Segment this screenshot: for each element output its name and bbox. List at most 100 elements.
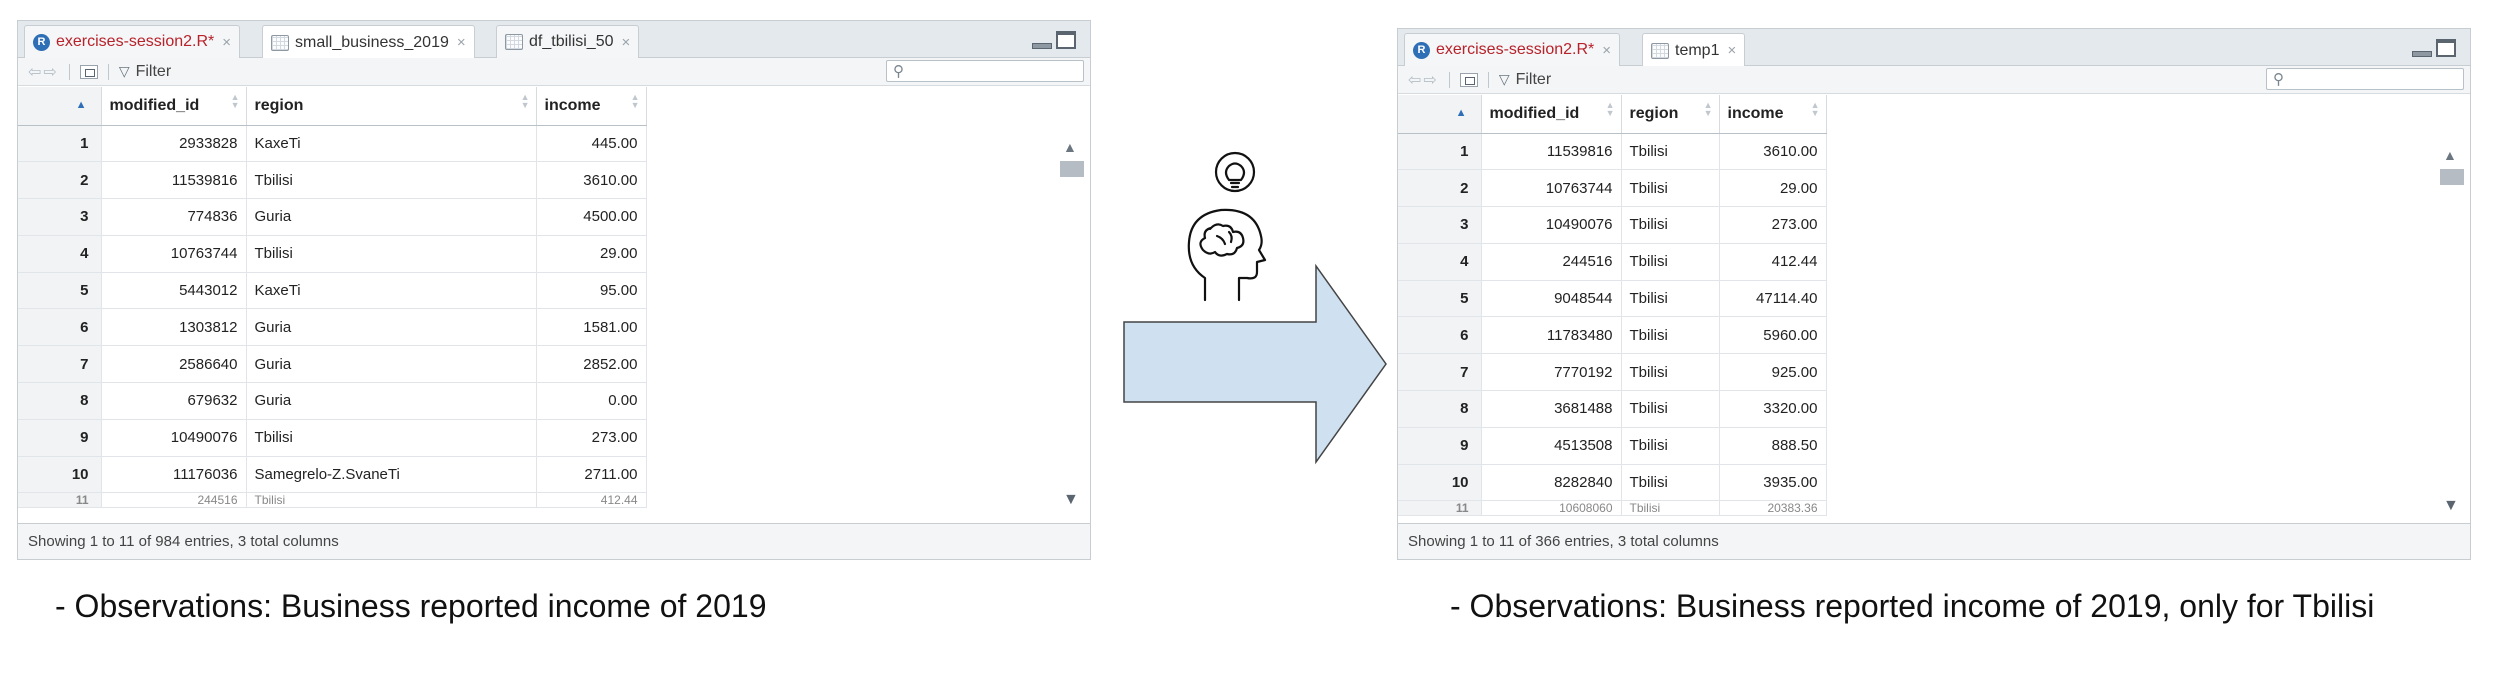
column-header-region[interactable]: region ▲ ▼ <box>246 87 537 126</box>
data-table: ▲ modified_id ▲ ▼ region ▲ ▼ income ▲ ▼ 1 29338… <box>18 87 647 509</box>
table-row: 1 11539816 Tbilisi 3610.00 <box>1398 133 1827 171</box>
filter-icon[interactable]: ▽ <box>1499 71 1510 88</box>
header-row: ▲ modified_id ▲ ▼ region ▲ ▼ income ▲ ▼ <box>18 87 647 126</box>
table-row: 7 7770192 Tbilisi 925.00 <box>1398 353 1827 392</box>
column-header-modified-id[interactable]: modified_id ▲ ▼ <box>101 87 247 126</box>
table-row: 4 244516 Tbilisi 412.44 <box>1398 243 1827 281</box>
scroll-thumb[interactable] <box>2440 169 2464 185</box>
table-row: 9 10490076 Tbilisi 273.00 <box>18 419 647 457</box>
table-row: 4 10763744 Tbilisi 29.00 <box>18 235 647 273</box>
filter-button[interactable]: Filter <box>136 63 172 81</box>
window-controls <box>1032 31 1076 49</box>
table-row: 10 8282840 Tbilisi 3935.00 <box>1398 464 1827 502</box>
close-icon[interactable]: × <box>622 34 631 51</box>
caption-right: - Observations: Business reported income… <box>1450 588 2375 624</box>
search-input[interactable]: ⚲ <box>2266 68 2464 90</box>
table-row: 6 1303812 Guria 1581.00 <box>18 308 647 347</box>
idea-brain-icon <box>1187 151 1267 302</box>
table-row: 2 10763744 Tbilisi 29.00 <box>1398 169 1827 208</box>
table-row: 3 774836 Guria 4500.00 <box>18 198 647 236</box>
tab-label: small_business_2019 <box>295 33 449 51</box>
status-bar: Showing 1 to 11 of 984 entries, 3 total … <box>18 523 1090 559</box>
table-row: 9 4513508 Tbilisi 888.50 <box>1398 427 1827 465</box>
column-header-region[interactable]: region ▲ ▼ <box>1621 95 1720 134</box>
data-viewer-temp1: R exercises-session2.R* × temp1 × ⇦⇨ ▽ F… <box>1397 28 2471 560</box>
tab-exercises-script[interactable]: R exercises-session2.R* × <box>24 25 241 58</box>
divider <box>68 63 70 80</box>
tab-bar: R exercises-session2.R* × temp1 × <box>1398 29 2470 67</box>
r-script-icon: R <box>33 33 50 51</box>
caption-left: - Observations: Business reported income… <box>55 588 767 624</box>
column-header-income[interactable]: income ▲ ▼ <box>1719 95 1827 134</box>
close-icon[interactable]: × <box>222 34 231 51</box>
entries-status: Showing 1 to 11 of 366 entries, 3 total … <box>1408 533 1719 550</box>
sort-icon: ▲ ▼ <box>520 92 530 110</box>
column-header-income[interactable]: income ▲ ▼ <box>536 87 647 126</box>
header-row: ▲ modified_id ▲ ▼ region ▲ ▼ income ▲ ▼ <box>1398 95 1827 134</box>
tab-bar: R exercises-session2.R* × small_business… <box>18 21 1090 59</box>
tab-label: temp1 <box>1675 41 1720 59</box>
filter-icon[interactable]: ▽ <box>119 63 130 80</box>
column-header-index[interactable]: ▲ <box>1398 95 1482 134</box>
close-icon[interactable]: × <box>1602 42 1611 59</box>
table-row: 1 2933828 KaxeTi 445.00 <box>18 125 647 163</box>
sort-icon: ▲ ▼ <box>1703 100 1713 118</box>
status-bar: Showing 1 to 11 of 366 entries, 3 total … <box>1398 523 2470 559</box>
r-script-icon: R <box>1413 41 1430 59</box>
column-header-index[interactable]: ▲ <box>18 87 102 126</box>
minimize-icon[interactable] <box>2412 51 2432 57</box>
tab-label: exercises-session2.R* <box>56 33 215 50</box>
sort-asc-icon: ▲ <box>75 99 87 111</box>
scroll-thumb[interactable] <box>1060 161 1084 177</box>
maximize-icon[interactable] <box>1056 31 1076 49</box>
data-viewer-small-business: R exercises-session2.R* × small_business… <box>17 20 1091 560</box>
column-header-modified-id[interactable]: modified_id ▲ ▼ <box>1481 95 1622 134</box>
table-row: 7 2586640 Guria 2852.00 <box>18 345 647 384</box>
minimize-icon[interactable] <box>1032 43 1052 49</box>
close-icon[interactable]: × <box>1727 42 1736 59</box>
popout-icon[interactable] <box>79 64 98 79</box>
table-row: 5 5443012 KaxeTi 95.00 <box>18 272 647 310</box>
scroll-down-icon[interactable]: ▼ <box>1063 491 1079 509</box>
back-forward-icon[interactable]: ⇦⇨ <box>1408 70 1439 90</box>
tab-temp1[interactable]: temp1 × <box>1642 33 1746 67</box>
data-grid-icon <box>271 34 289 51</box>
table-row: 6 11783480 Tbilisi 5960.00 <box>1398 316 1827 355</box>
divider <box>1487 71 1489 88</box>
search-input[interactable]: ⚲ <box>886 60 1084 82</box>
viewer-toolbar: ⇦⇨ ▽ Filter ⚲ <box>1398 66 2470 94</box>
close-icon[interactable]: × <box>457 34 466 51</box>
filter-button[interactable]: Filter <box>1516 71 1552 89</box>
data-grid-icon <box>505 34 523 50</box>
scroll-down-icon[interactable]: ▼ <box>2443 497 2459 515</box>
vertical-scrollbar[interactable]: ▲ ▼ <box>2438 147 2464 517</box>
sort-icon: ▲ ▼ <box>1605 100 1615 118</box>
divider <box>107 63 109 80</box>
tab-exercises-script[interactable]: R exercises-session2.R* × <box>1404 33 1621 66</box>
data-grid-icon <box>1651 42 1669 59</box>
sort-icon: ▲ ▼ <box>630 92 640 110</box>
scroll-up-icon[interactable]: ▲ <box>1063 139 1077 155</box>
sort-icon: ▲ ▼ <box>1810 100 1820 118</box>
table-row-partial: 11 10608060 Tbilisi 20383.36 <box>1398 500 1827 517</box>
table-row: 10 11176036 Samegrelo-Z.SvaneTi 2711.00 <box>18 456 647 494</box>
tab-small-business-2019[interactable]: small_business_2019 × <box>262 25 475 59</box>
table-row: 8 3681488 Tbilisi 3320.00 <box>1398 390 1827 428</box>
table-row: 2 11539816 Tbilisi 3610.00 <box>18 161 647 200</box>
sort-icon: ▲ ▼ <box>230 92 240 110</box>
table-row: 5 9048544 Tbilisi 47114.40 <box>1398 280 1827 318</box>
scroll-up-icon[interactable]: ▲ <box>2443 147 2457 163</box>
back-forward-icon[interactable]: ⇦⇨ <box>28 62 59 82</box>
tab-label: df_tbilisi_50 <box>529 33 614 50</box>
vertical-scrollbar[interactable]: ▲ ▼ <box>1058 139 1084 509</box>
maximize-icon[interactable] <box>2436 39 2456 57</box>
viewer-toolbar: ⇦⇨ ▽ Filter ⚲ <box>18 58 1090 86</box>
window-controls <box>2412 39 2456 57</box>
tab-df-tbilisi-50[interactable]: df_tbilisi_50 × <box>496 25 640 58</box>
tab-label: exercises-session2.R* <box>1436 41 1595 58</box>
table-row: 3 10490076 Tbilisi 273.00 <box>1398 206 1827 244</box>
search-icon: ⚲ <box>2273 71 2284 88</box>
data-table: ▲ modified_id ▲ ▼ region ▲ ▼ income ▲ ▼ 1 11539… <box>1398 95 1827 517</box>
popout-icon[interactable] <box>1459 72 1478 87</box>
table-row: 8 679632 Guria 0.00 <box>18 382 647 420</box>
